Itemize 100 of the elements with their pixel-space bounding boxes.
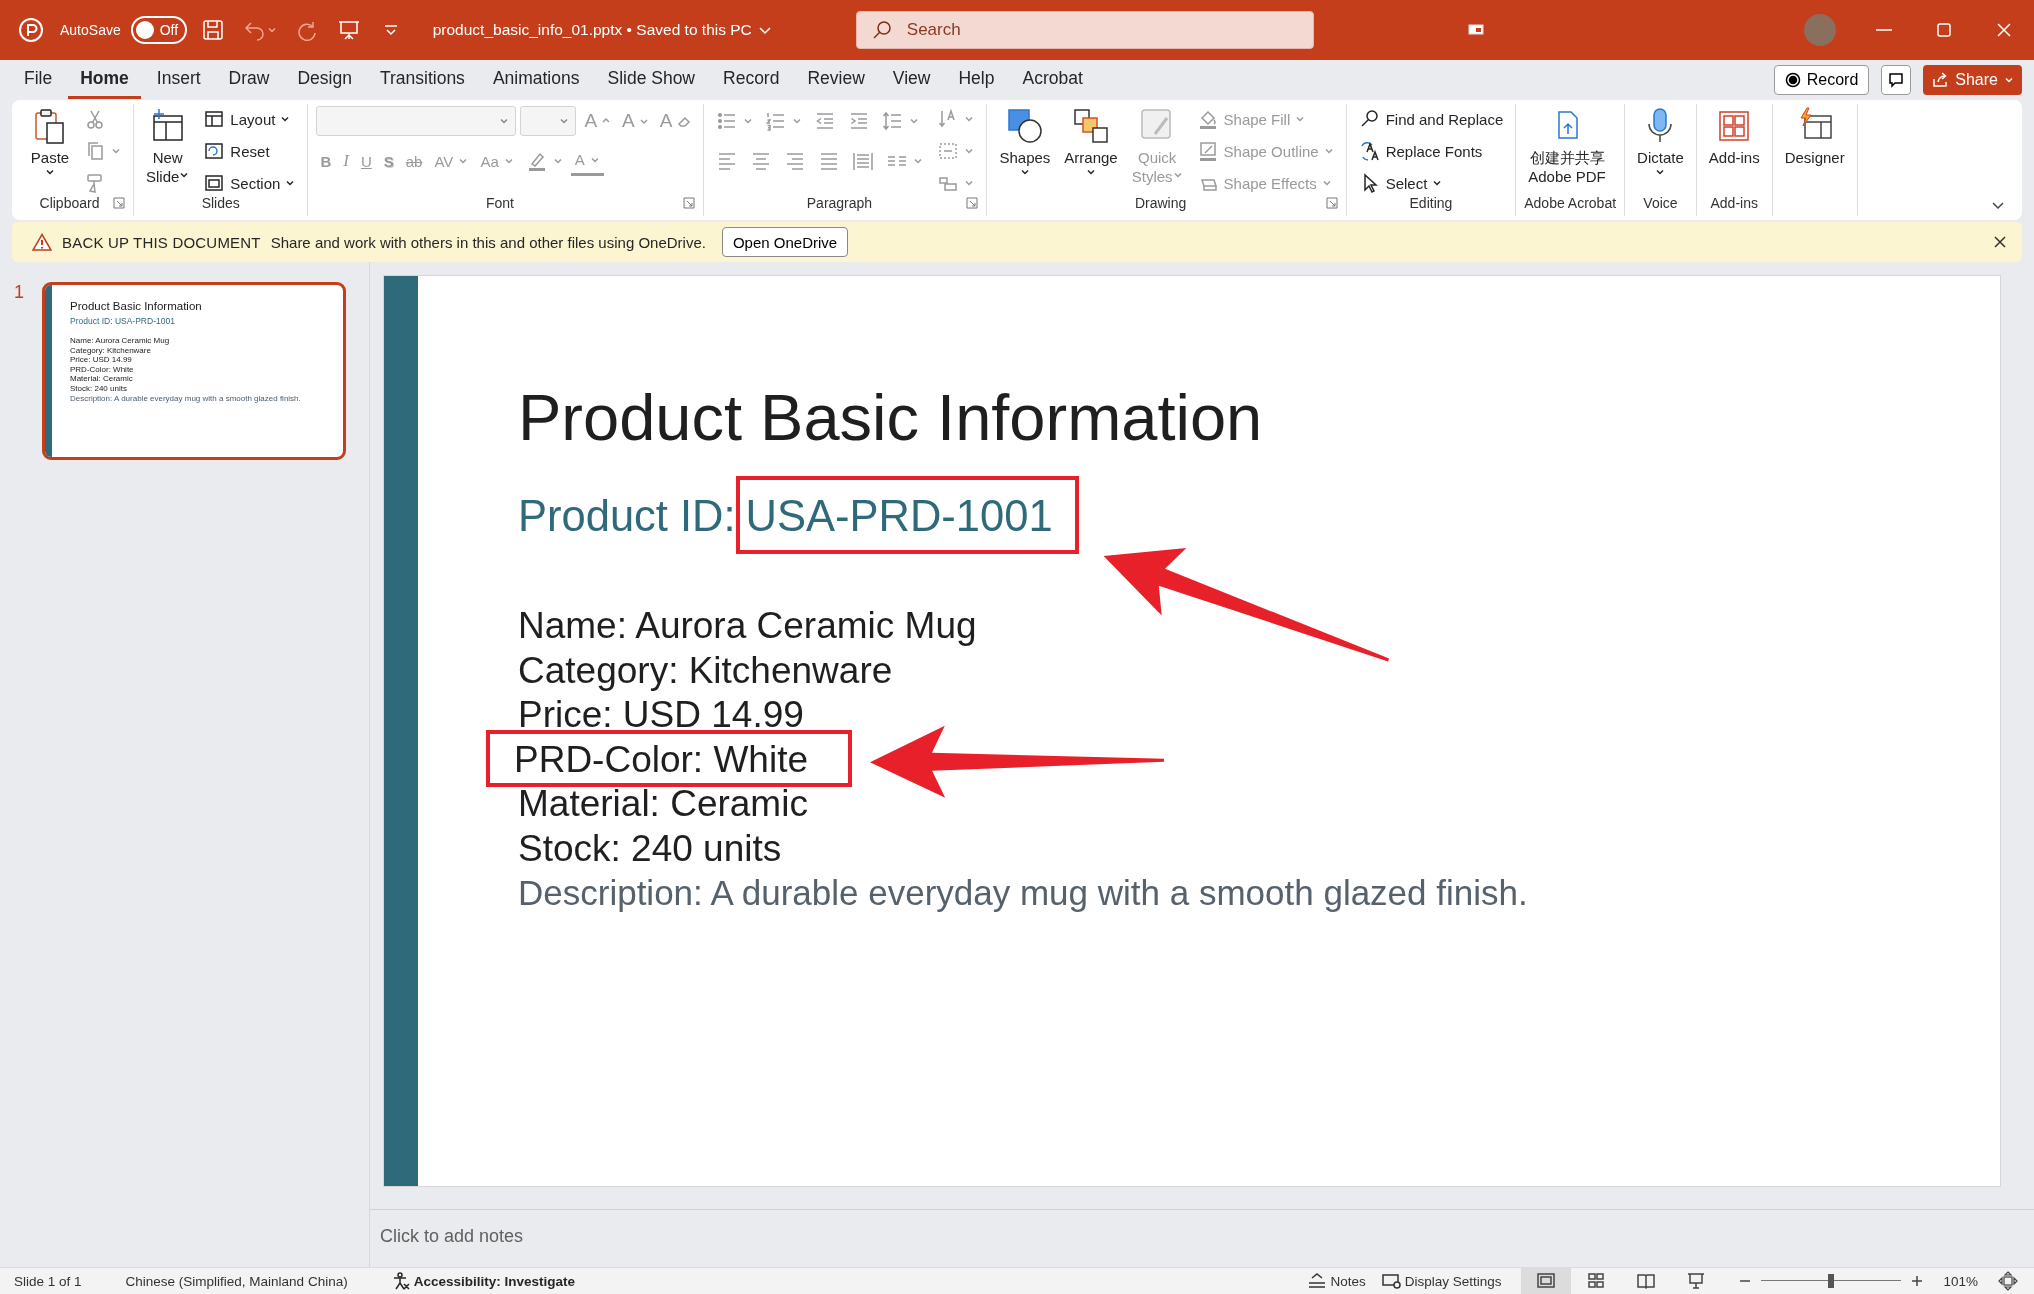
replace-fonts-icon xyxy=(1358,140,1381,162)
display-settings-button[interactable]: Display Settings xyxy=(1373,1273,1510,1289)
add-ins-button[interactable]: Add-ins xyxy=(1704,104,1764,169)
dialog-launcher[interactable] xyxy=(966,197,979,209)
chevron-down-icon xyxy=(285,178,296,188)
paste-button[interactable]: Paste xyxy=(26,104,74,181)
thumbnail-subtitle: Product ID: USA-PRD-1001 xyxy=(70,316,176,327)
normal-view-button[interactable] xyxy=(1521,1268,1572,1294)
align-text-icon xyxy=(937,140,960,162)
new-slide-button[interactable]: New Slide xyxy=(142,104,194,188)
chevron-down-icon xyxy=(964,146,975,156)
ribbon-tab[interactable]: Draw xyxy=(216,61,282,99)
minimize-icon xyxy=(1876,29,1892,31)
chevron-down-icon xyxy=(743,116,754,126)
ribbon-tab[interactable]: Animations xyxy=(480,61,592,99)
ribbon-tab[interactable]: Acrobat xyxy=(1010,61,1095,99)
arrange-button[interactable]: Arrange xyxy=(1060,104,1122,181)
distributed-icon xyxy=(852,150,875,172)
chevron-down-icon xyxy=(503,156,514,166)
group-label: Adobe Acrobat xyxy=(1524,195,1617,211)
accessibility-button[interactable]: Accessibility: Investigate xyxy=(391,1272,575,1290)
maximize-icon xyxy=(1937,23,1951,37)
ribbon-tab[interactable]: Insert xyxy=(144,61,213,99)
reset-icon xyxy=(203,140,226,162)
ribbon-tab[interactable]: Slide Show xyxy=(595,61,707,99)
ribbon-tab[interactable]: View xyxy=(880,61,943,99)
share-button[interactable]: Share xyxy=(1923,65,2022,95)
chevron-down-icon xyxy=(499,116,510,126)
section-icon xyxy=(203,172,226,194)
ribbon-tab[interactable]: Help xyxy=(946,61,1007,99)
ribbon-tab[interactable]: Transitions xyxy=(367,61,477,99)
find-replace-button[interactable]: Find and Replace xyxy=(1354,104,1508,134)
chevron-down-icon xyxy=(1323,146,1334,156)
chevron-down-icon xyxy=(280,114,291,124)
chevron-down-icon xyxy=(1086,167,1097,177)
product-id-label: Product ID: xyxy=(518,492,736,540)
notes-button[interactable]: Notes xyxy=(1299,1273,1374,1289)
chevron-down-icon xyxy=(45,167,55,177)
ribbon-tab[interactable]: Review xyxy=(795,61,877,99)
accessibility-icon xyxy=(391,1272,410,1290)
detail-text: Stock: 240 units xyxy=(518,826,783,871)
launcher-icon xyxy=(966,197,979,209)
ribbon-tab[interactable]: File xyxy=(12,61,65,99)
group-label: Font xyxy=(484,195,515,211)
document-title[interactable]: product_basic_info_01.pptx • Saved to this PC xyxy=(428,17,776,43)
chevron-down-icon xyxy=(1172,170,1183,180)
notes-icon xyxy=(1307,1273,1328,1289)
autosave-toggle[interactable]: Off xyxy=(130,16,187,44)
product-id-value: USA-PRD-1001 xyxy=(735,476,1079,554)
section-button[interactable]: Section xyxy=(199,168,300,198)
open-onedrive-button[interactable]: Open OneDrive xyxy=(721,227,849,257)
thumbnail-text: Description: A durable everyday mug with a smooth glazed finish. xyxy=(70,393,301,404)
thumbnail-text: Name: Aurora Ceramic Mug xyxy=(70,336,171,346)
group-label: Add-ins xyxy=(1709,195,1759,211)
chevron-down-icon xyxy=(179,170,190,180)
shapes-button[interactable]: Shapes xyxy=(995,104,1055,181)
book-icon xyxy=(1636,1271,1657,1291)
group-label: Clipboard xyxy=(38,195,101,211)
dialog-launcher[interactable] xyxy=(683,197,696,209)
comments-button[interactable] xyxy=(1881,65,1912,95)
chevron-down-icon xyxy=(964,114,975,124)
display-settings-icon xyxy=(1381,1273,1402,1289)
description-text: Description: A durable everyday mug with a smooth glazed finish. xyxy=(518,872,1528,914)
reset-button[interactable]: Reset xyxy=(199,136,300,166)
thumbnail-title: Product Basic Information xyxy=(70,299,203,313)
save-icon xyxy=(200,18,225,42)
dictate-button[interactable]: Dictate xyxy=(1633,104,1688,181)
group-label: Voice xyxy=(1642,195,1679,211)
chevron-down-icon xyxy=(1655,167,1666,177)
layout-button[interactable]: Layout xyxy=(199,104,300,134)
dialog-launcher[interactable] xyxy=(113,197,125,209)
detail-text: PRD-Color: White xyxy=(486,729,852,787)
ribbon-tab[interactable]: Record xyxy=(711,61,792,99)
language-indicator[interactable]: Chinese (Simplified, Mainland China) xyxy=(125,1273,348,1289)
slide-number: 1 xyxy=(14,282,25,304)
slide-thumbnail[interactable] xyxy=(42,282,346,460)
record-icon xyxy=(1784,72,1801,88)
create-pdf-button[interactable]: 创建并共享 Adobe PDF xyxy=(1524,104,1610,188)
record-button[interactable]: Record xyxy=(1773,65,1870,95)
layout-icon xyxy=(203,108,226,130)
message-title: BACK UP THIS DOCUMENT xyxy=(62,233,261,251)
chevron-down-icon xyxy=(1019,167,1030,177)
group-label: Editing xyxy=(1408,195,1454,211)
zoom-level[interactable]: 101% xyxy=(1943,1273,1978,1289)
close-icon xyxy=(1992,234,2008,250)
search-field[interactable]: Search xyxy=(855,11,1314,49)
comment-icon xyxy=(1887,71,1906,89)
replace-fonts-button[interactable]: Replace Fonts xyxy=(1354,136,1508,166)
ribbon-tab[interactable]: Design xyxy=(285,61,364,99)
close-icon xyxy=(1997,23,2011,37)
zoom-slider[interactable] xyxy=(1761,1274,1902,1288)
chevron-down-icon xyxy=(266,25,277,35)
dialog-launcher[interactable] xyxy=(1325,197,1338,209)
thumbnail-text: Material: Ceramic xyxy=(70,374,134,384)
designer-button[interactable]: Designer xyxy=(1780,104,1849,169)
slider-thumb[interactable] xyxy=(1828,1274,1835,1288)
launcher-icon xyxy=(683,197,696,209)
eraser-icon xyxy=(677,114,692,128)
thumbnail-text: Stock: 240 units xyxy=(70,383,128,394)
select-button[interactable]: Select xyxy=(1354,168,1508,198)
